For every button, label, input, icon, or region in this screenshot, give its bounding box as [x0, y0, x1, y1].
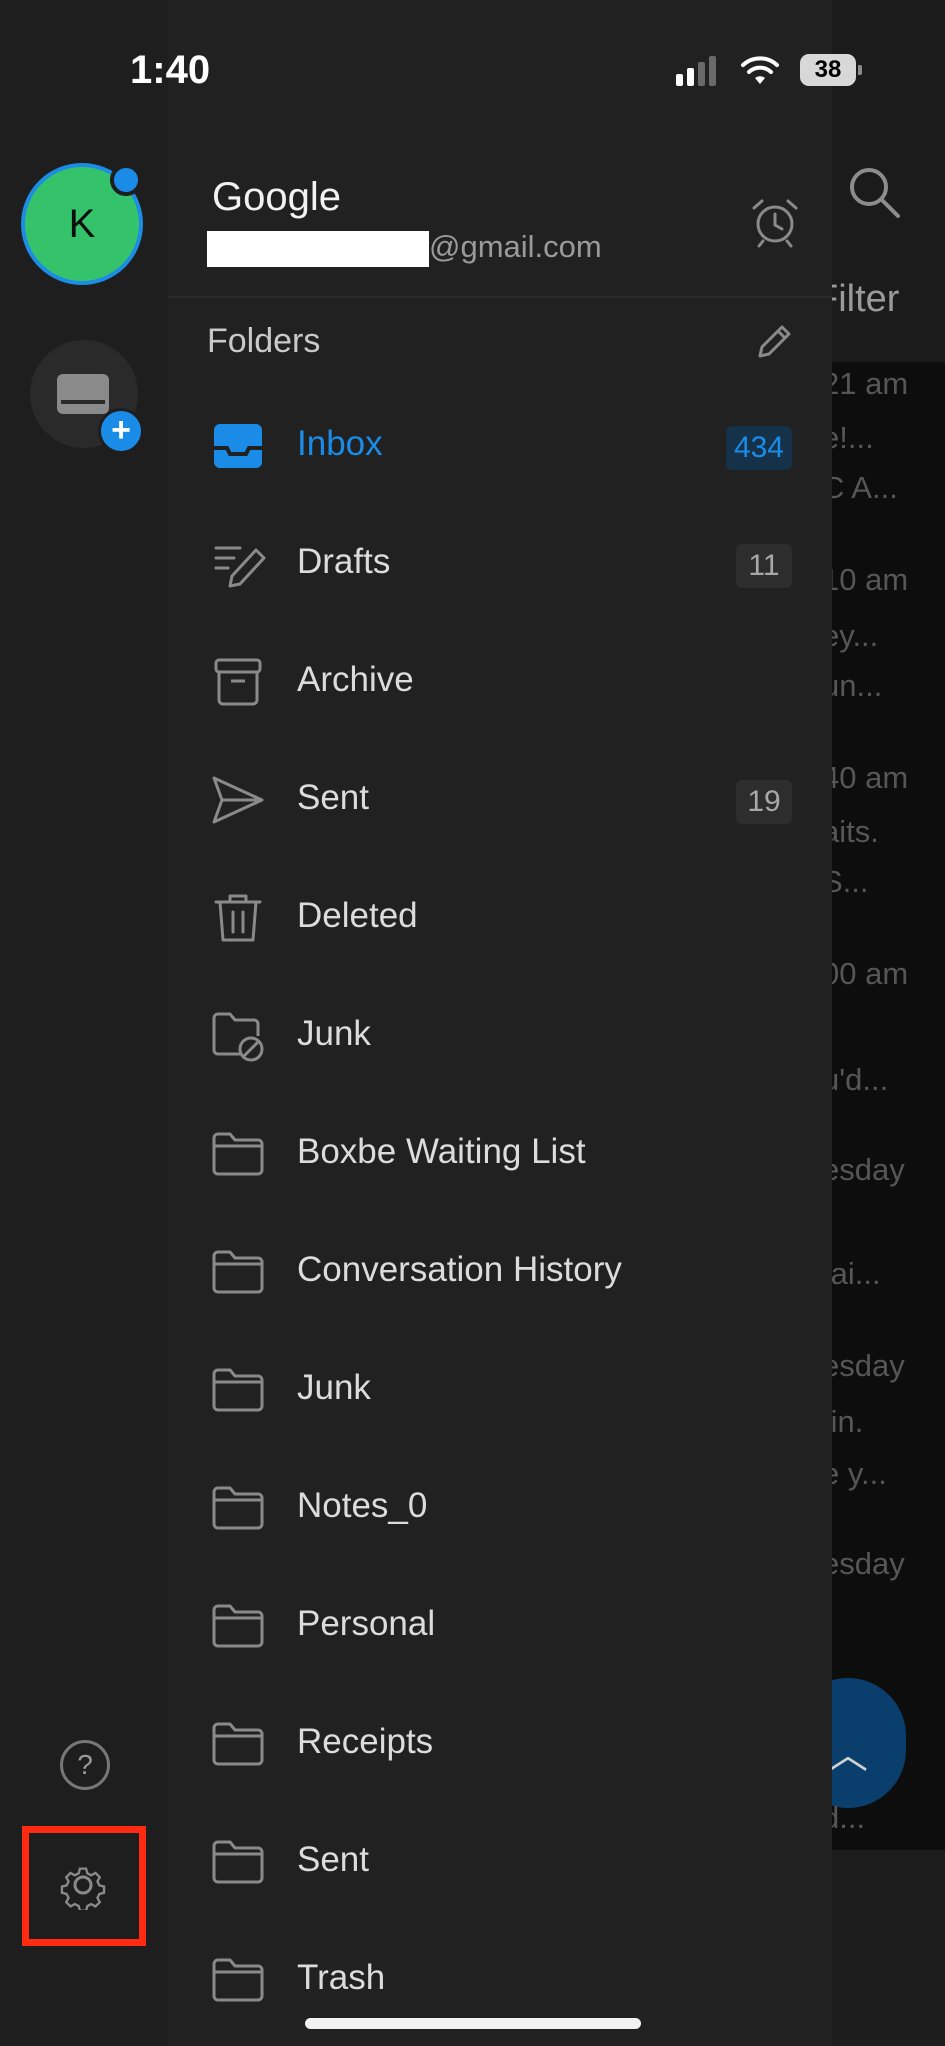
search-icon[interactable]	[846, 164, 902, 220]
folder-receipts[interactable]: Receipts	[168, 1686, 832, 1804]
status-time: 1:40	[130, 48, 211, 92]
archive-icon	[214, 658, 262, 706]
folder-deleted[interactable]: Deleted	[168, 860, 832, 978]
folder-icon	[212, 1722, 264, 1766]
folder-junk-custom[interactable]: Junk	[168, 1332, 832, 1450]
folders-heading: Folders	[207, 322, 321, 360]
folder-label: Notes_0	[297, 1486, 428, 1525]
mail-snippet: 21 am	[822, 366, 909, 401]
folder-inbox[interactable]: Inbox 434	[168, 388, 832, 506]
pencil-icon[interactable]	[754, 322, 794, 362]
mail-snippet: esday	[822, 1152, 905, 1187]
folder-label: Sent	[297, 1840, 369, 1879]
help-icon[interactable]: ?	[60, 1740, 110, 1790]
envelope-icon	[57, 374, 109, 414]
divider	[168, 296, 832, 298]
folder-label: Conversation History	[297, 1250, 622, 1289]
plus-icon: +	[98, 408, 144, 454]
mail-snippet: esday	[822, 1348, 905, 1383]
folder-sent-custom[interactable]: Sent	[168, 1804, 832, 1922]
folder-label: Inbox	[297, 424, 383, 463]
sent-icon	[212, 776, 264, 824]
unread-dot	[110, 164, 142, 196]
folder-label: Personal	[297, 1604, 436, 1643]
gear-icon[interactable]	[58, 1860, 108, 1910]
folder-label: Drafts	[297, 542, 391, 581]
folder-icon	[212, 1368, 264, 1412]
folder-label: Sent	[297, 778, 369, 817]
folder-boxbe-waiting-list[interactable]: Boxbe Waiting List	[168, 1096, 832, 1214]
folder-label: Junk	[297, 1014, 371, 1053]
redacted-email	[207, 231, 429, 267]
folder-icon	[212, 1486, 264, 1530]
folder-icon	[212, 1604, 264, 1648]
home-indicator	[305, 2018, 641, 2029]
folder-conversation-history[interactable]: Conversation History	[168, 1214, 832, 1332]
folder-notes[interactable]: Notes_0	[168, 1450, 832, 1568]
drafts-icon	[214, 546, 266, 588]
folder-archive[interactable]: Archive	[168, 624, 832, 742]
unread-count-badge: 434	[725, 426, 792, 470]
status-bar: 1:40 38	[0, 0, 945, 140]
mail-snippet: esday	[822, 1546, 905, 1581]
chevron-up-icon: ︿	[828, 1733, 868, 1777]
avatar-initial: K	[68, 201, 96, 246]
folder-icon	[212, 1840, 264, 1884]
mail-snippet: C A...	[822, 470, 898, 505]
alarm-clock-icon[interactable]	[749, 196, 801, 248]
unread-count-badge: 19	[736, 780, 792, 824]
folder-sent[interactable]: Sent 19	[168, 742, 832, 860]
folder-icon	[212, 1132, 264, 1176]
folder-label: Receipts	[297, 1722, 434, 1761]
cellular-signal-icon	[676, 56, 720, 86]
folder-label: Boxbe Waiting List	[297, 1132, 586, 1171]
folder-label: Trash	[297, 1958, 386, 1997]
mail-snippet: 00 am	[822, 956, 909, 991]
folder-label: Junk	[297, 1368, 371, 1407]
folder-junk[interactable]: Junk	[168, 978, 832, 1096]
folder-label: Archive	[297, 660, 414, 699]
wifi-icon	[741, 56, 779, 84]
account-provider: Google	[212, 175, 341, 219]
unread-count-badge: 11	[736, 544, 792, 588]
account-email: @gmail.com	[429, 229, 602, 264]
folder-personal[interactable]: Personal	[168, 1568, 832, 1686]
folder-icon	[212, 1958, 264, 2002]
folder-label: Deleted	[297, 896, 418, 935]
folder-icon	[212, 1250, 264, 1294]
folder-drafts[interactable]: Drafts 11	[168, 506, 832, 624]
trash-icon	[214, 894, 262, 942]
battery-level: 38	[800, 54, 862, 86]
tab-bar-background	[832, 1850, 945, 2046]
junk-icon	[212, 1012, 264, 1062]
inbox-icon	[214, 424, 262, 468]
mail-snippet: 40 am	[822, 760, 909, 795]
mail-snippet: 10 am	[822, 562, 909, 597]
